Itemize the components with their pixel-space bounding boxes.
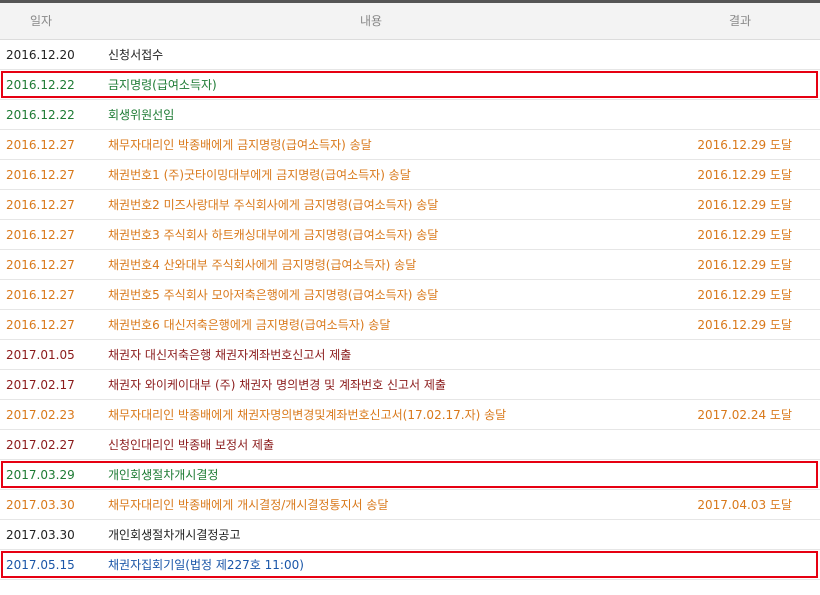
row-content: 신청서접수 [108,48,164,62]
row-result: 2016.12.29 도달 [697,198,792,212]
row-date: 2017.03.30 [6,498,75,512]
row-date: 2017.03.29 [6,468,75,482]
row-date: 2017.05.15 [6,558,75,572]
row-content: 채권자 와이케이대부 (주) 채권자 명의변경 및 계좌번호 신고서 제출 [108,378,446,392]
row-date: 2016.12.22 [6,108,75,122]
table-row-highlighted: 2017.05.15 채권자집회기일(법정 제227호 11:00) [0,550,820,580]
table-row: 2017.02.23 채무자대리인 박종배에게 채권자명의변경및계좌번호신고서(1… [0,400,820,430]
row-date: 2016.12.27 [6,138,75,152]
row-content: 채권자 대신저축은행 채권자계좌번호신고서 제출 [108,348,352,362]
row-content: 회생위원선임 [108,108,175,122]
row-content: 채권번호3 주식회사 하트캐싱대부에게 금지명령(급여소득자) 송달 [108,228,439,242]
row-content: 채무자대리인 박종배에게 개시결정/개시결정통지서 송달 [108,498,389,512]
table-row: 2016.12.22 회생위원선임 [0,100,820,130]
row-content: 금지명령(급여소득자) [108,78,217,92]
table-row: 2016.12.20 신청서접수 [0,40,820,70]
row-content: 개인회생절차개시결정공고 [108,528,241,542]
column-header-result: 결과 [728,14,752,28]
row-date: 2016.12.27 [6,258,75,272]
row-date: 2016.12.27 [6,228,75,242]
row-result: 2016.12.29 도달 [697,258,792,272]
row-result: 2016.12.29 도달 [697,288,792,302]
table-row: 2017.02.17 채권자 와이케이대부 (주) 채권자 명의변경 및 계좌번호… [0,370,820,400]
table-row: 2017.02.27 신청인대리인 박종배 보정서 제출 [0,430,820,460]
table-row: 2016.12.27 채권번호5 주식회사 모아저축은행에게 금지명령(급여소득자… [0,280,820,310]
column-header-date: 일자 [29,14,53,28]
row-date: 2016.12.27 [6,318,75,332]
table-row: 2017.03.30 개인회생절차개시결정공고 [0,520,820,550]
row-content: 채권번호5 주식회사 모아저축은행에게 금지명령(급여소득자) 송달 [108,288,439,302]
row-date: 2016.12.27 [6,288,75,302]
row-content: 개인회생절차개시결정 [108,468,219,482]
row-content: 채무자대리인 박종배에게 채권자명의변경및계좌번호신고서(17.02.17.자)… [108,408,507,422]
row-result: 2016.12.29 도달 [697,168,792,182]
row-date: 2017.02.17 [6,378,75,392]
row-result: 2017.04.03 도달 [697,498,792,512]
table-row: 2016.12.27 채권번호2 미즈사랑대부 주식회사에게 금지명령(급여소득자… [0,190,820,220]
row-content: 채권번호1 (주)굿타이밍대부에게 금지명령(급여소득자) 송달 [108,168,411,182]
row-content: 채권번호6 대신저축은행에게 금지명령(급여소득자) 송달 [108,318,391,332]
row-content: 채무자대리인 박종배에게 금지명령(급여소득자) 송달 [108,138,372,152]
table-row-highlighted: 2016.12.22 금지명령(급여소득자) [0,70,820,100]
row-content: 채권번호2 미즈사랑대부 주식회사에게 금지명령(급여소득자) 송달 [108,198,439,212]
row-content: 채권자집회기일(법정 제227호 11:00) [108,558,304,572]
table-row: 2016.12.27 채권번호3 주식회사 하트캐싱대부에게 금지명령(급여소득자… [0,220,820,250]
case-history-table-body: 2016.12.20 신청서접수 2016.12.22 금지명령(급여소득자) 2016… [0,40,820,580]
column-header-content: 내용 [359,14,383,28]
row-date: 2017.02.27 [6,438,75,452]
table-row: 2016.12.27 채권번호1 (주)굿타이밍대부에게 금지명령(급여소득자) … [0,160,820,190]
table-row: 2017.01.05 채권자 대신저축은행 채권자계좌번호신고서 제출 [0,340,820,370]
row-result: 2016.12.29 도달 [697,138,792,152]
row-result: 2017.02.24 도달 [697,408,792,422]
table-header: 일자 내용 결과 [0,3,820,40]
row-date: 2017.01.05 [6,348,75,362]
row-date: 2016.12.22 [6,78,75,92]
row-date: 2016.12.27 [6,168,75,182]
table-row-highlighted: 2017.03.29 개인회생절차개시결정 [0,460,820,490]
table-row: 2016.12.27 채무자대리인 박종배에게 금지명령(급여소득자) 송달 201… [0,130,820,160]
row-content: 채권번호4 산와대부 주식회사에게 금지명령(급여소득자) 송달 [108,258,417,272]
row-content: 신청인대리인 박종배 보정서 제출 [108,438,275,452]
table-row: 2016.12.27 채권번호6 대신저축은행에게 금지명령(급여소득자) 송달 2… [0,310,820,340]
table-row: 2017.03.30 채무자대리인 박종배에게 개시결정/개시결정통지서 송달 20… [0,490,820,520]
row-result: 2016.12.29 도달 [697,228,792,242]
row-date: 2017.03.30 [6,528,75,542]
table-row: 2016.12.27 채권번호4 산와대부 주식회사에게 금지명령(급여소득자) … [0,250,820,280]
row-date: 2016.12.20 [6,48,75,62]
row-date: 2017.02.23 [6,408,75,422]
row-date: 2016.12.27 [6,198,75,212]
row-result: 2016.12.29 도달 [697,318,792,332]
